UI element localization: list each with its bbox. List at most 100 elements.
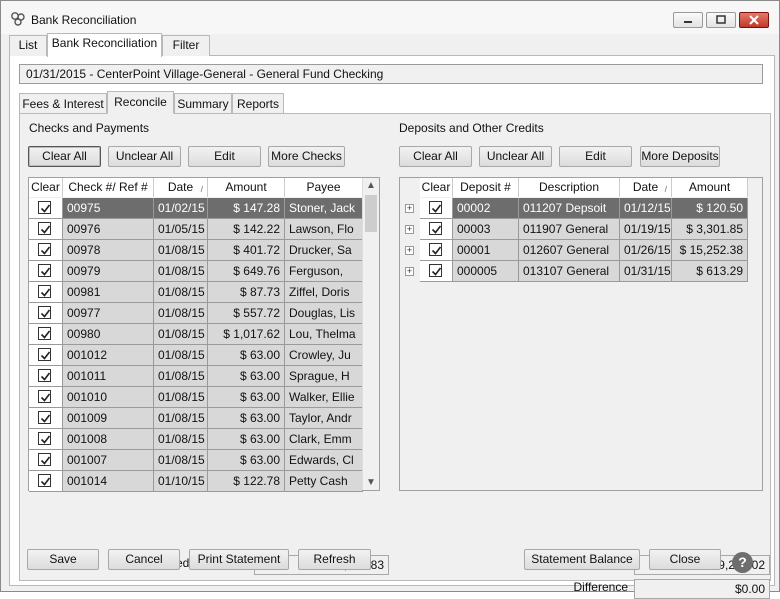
column-header-payee[interactable]: Payee bbox=[285, 178, 363, 197]
deposits-unclear-all-button[interactable]: Unclear All bbox=[479, 146, 552, 167]
check-row[interactable]: 00981 01/08/15 $ 87.73 Ziffel, Doris bbox=[29, 282, 363, 303]
column-header-clear[interactable]: Clear bbox=[29, 178, 63, 197]
maximize-button[interactable] bbox=[706, 12, 736, 28]
deposit-row[interactable]: 000005 013107 General 01/31/15 $ 613.29 bbox=[420, 261, 748, 282]
checks-edit-button[interactable]: Edit bbox=[188, 146, 261, 167]
clear-cell[interactable] bbox=[29, 429, 63, 450]
clear-cell[interactable] bbox=[420, 198, 453, 219]
column-header-date[interactable]: Date / bbox=[154, 178, 208, 197]
check-row[interactable]: 00976 01/05/15 $ 142.22 Lawson, Flo bbox=[29, 219, 363, 240]
close-window-button[interactable] bbox=[739, 12, 769, 28]
check-row[interactable]: 00979 01/08/15 $ 649.76 Ferguson, bbox=[29, 261, 363, 282]
check-row[interactable]: 001014 01/10/15 $ 122.78 Petty Cash bbox=[29, 471, 363, 492]
check-row[interactable]: 001011 01/08/15 $ 63.00 Sprague, H bbox=[29, 366, 363, 387]
scroll-down-icon[interactable]: ▼ bbox=[366, 477, 376, 488]
clear-checkbox[interactable] bbox=[38, 474, 51, 487]
tab-filter[interactable]: Filter bbox=[162, 35, 210, 56]
check-row[interactable]: 001008 01/08/15 $ 63.00 Clark, Emm bbox=[29, 429, 363, 450]
expand-row-icon[interactable]: + bbox=[405, 267, 414, 276]
clear-cell[interactable] bbox=[29, 261, 63, 282]
more-deposits-button[interactable]: More Deposits bbox=[640, 146, 720, 167]
clear-cell[interactable] bbox=[420, 240, 453, 261]
clear-cell[interactable] bbox=[29, 324, 63, 345]
clear-cell[interactable] bbox=[29, 198, 63, 219]
minimize-button[interactable] bbox=[673, 12, 703, 28]
check-row[interactable]: 00975 01/02/15 $ 147.28 Stoner, Jack bbox=[29, 198, 363, 219]
check-row[interactable]: 001007 01/08/15 $ 63.00 Edwards, Cl bbox=[29, 450, 363, 471]
expand-row-icon[interactable]: + bbox=[405, 246, 414, 255]
tab-bank-reconciliation[interactable]: Bank Reconciliation bbox=[47, 33, 162, 57]
clear-checkbox[interactable] bbox=[38, 285, 51, 298]
tab-reconcile[interactable]: Reconcile bbox=[107, 91, 174, 114]
clear-cell[interactable] bbox=[420, 219, 453, 240]
expand-row-icon[interactable]: + bbox=[405, 225, 414, 234]
deposit-row[interactable]: 00001 012607 General 01/26/15 $ 15,252.38 bbox=[420, 240, 748, 261]
cancel-button[interactable]: Cancel bbox=[108, 549, 180, 570]
column-header-deposit-number[interactable]: Deposit # bbox=[453, 178, 519, 197]
clear-cell[interactable] bbox=[29, 282, 63, 303]
clear-cell[interactable] bbox=[29, 345, 63, 366]
clear-cell[interactable] bbox=[29, 471, 63, 492]
checks-vertical-scrollbar[interactable]: ▲ ▼ bbox=[362, 178, 379, 490]
payee-cell: Douglas, Lis bbox=[285, 303, 363, 324]
scrollbar-thumb[interactable] bbox=[365, 195, 377, 232]
statement-balance-button[interactable]: Statement Balance bbox=[524, 549, 640, 570]
tab-fees-interest[interactable]: Fees & Interest bbox=[19, 93, 107, 114]
help-icon[interactable]: ? bbox=[732, 552, 753, 573]
clear-checkbox[interactable] bbox=[38, 306, 51, 319]
clear-cell[interactable] bbox=[29, 240, 63, 261]
column-header-amount[interactable]: Amount bbox=[672, 178, 748, 197]
tab-list[interactable]: List bbox=[9, 35, 47, 56]
check-row[interactable]: 001012 01/08/15 $ 63.00 Crowley, Ju bbox=[29, 345, 363, 366]
clear-checkbox[interactable] bbox=[38, 201, 51, 214]
clear-checkbox[interactable] bbox=[38, 390, 51, 403]
column-header-date[interactable]: Date / bbox=[620, 178, 672, 197]
clear-checkbox[interactable] bbox=[38, 222, 51, 235]
more-checks-button[interactable]: More Checks bbox=[268, 146, 345, 167]
clear-checkbox[interactable] bbox=[38, 243, 51, 256]
refresh-button[interactable]: Refresh bbox=[298, 549, 371, 570]
clear-checkbox[interactable] bbox=[429, 264, 442, 277]
check-row[interactable]: 001009 01/08/15 $ 63.00 Taylor, Andr bbox=[29, 408, 363, 429]
clear-cell[interactable] bbox=[29, 387, 63, 408]
clear-cell[interactable] bbox=[29, 303, 63, 324]
column-header-clear[interactable]: Clear bbox=[420, 178, 453, 197]
clear-checkbox[interactable] bbox=[429, 201, 442, 214]
clear-checkbox[interactable] bbox=[38, 453, 51, 466]
close-button[interactable]: Close bbox=[649, 549, 721, 570]
clear-cell[interactable] bbox=[29, 408, 63, 429]
clear-cell[interactable] bbox=[29, 366, 63, 387]
column-header-check-ref[interactable]: Check #/ Ref # bbox=[63, 178, 154, 197]
deposit-row[interactable]: 00003 011907 General 01/19/15 $ 3,301.85 bbox=[420, 219, 748, 240]
check-row[interactable]: 00978 01/08/15 $ 401.72 Drucker, Sa bbox=[29, 240, 363, 261]
checks-clear-all-button[interactable]: Clear All bbox=[28, 146, 101, 167]
clear-checkbox[interactable] bbox=[38, 327, 51, 340]
clear-cell[interactable] bbox=[420, 261, 453, 282]
scroll-up-icon[interactable]: ▲ bbox=[366, 180, 376, 191]
print-statement-button[interactable]: Print Statement bbox=[189, 549, 289, 570]
save-button[interactable]: Save bbox=[27, 549, 99, 570]
clear-cell[interactable] bbox=[29, 219, 63, 240]
clear-checkbox[interactable] bbox=[38, 348, 51, 361]
clear-checkbox[interactable] bbox=[38, 264, 51, 277]
tab-summary[interactable]: Summary bbox=[174, 93, 232, 114]
clear-checkbox[interactable] bbox=[429, 222, 442, 235]
tab-reports[interactable]: Reports bbox=[232, 93, 284, 114]
amount-cell: $ 63.00 bbox=[208, 408, 285, 429]
column-header-amount[interactable]: Amount bbox=[208, 178, 285, 197]
check-row[interactable]: 001010 01/08/15 $ 63.00 Walker, Ellie bbox=[29, 387, 363, 408]
check-row[interactable]: 00977 01/08/15 $ 557.72 Douglas, Lis bbox=[29, 303, 363, 324]
clear-checkbox[interactable] bbox=[38, 369, 51, 382]
deposit-row[interactable]: 00002 011207 Depsoit 01/12/15 $ 120.50 bbox=[420, 198, 748, 219]
clear-cell[interactable] bbox=[29, 450, 63, 471]
deposits-clear-all-button[interactable]: Clear All bbox=[399, 146, 472, 167]
check-row[interactable]: 00980 01/08/15 $ 1,017.62 Lou, Thelma bbox=[29, 324, 363, 345]
checks-unclear-all-button[interactable]: Unclear All bbox=[108, 146, 181, 167]
column-header-description[interactable]: Description bbox=[519, 178, 620, 197]
clear-checkbox[interactable] bbox=[38, 411, 51, 424]
clear-checkbox[interactable] bbox=[429, 243, 442, 256]
expand-row-icon[interactable]: + bbox=[405, 204, 414, 213]
clear-checkbox[interactable] bbox=[38, 432, 51, 445]
checkmark-icon bbox=[40, 225, 51, 234]
deposits-edit-button[interactable]: Edit bbox=[559, 146, 632, 167]
